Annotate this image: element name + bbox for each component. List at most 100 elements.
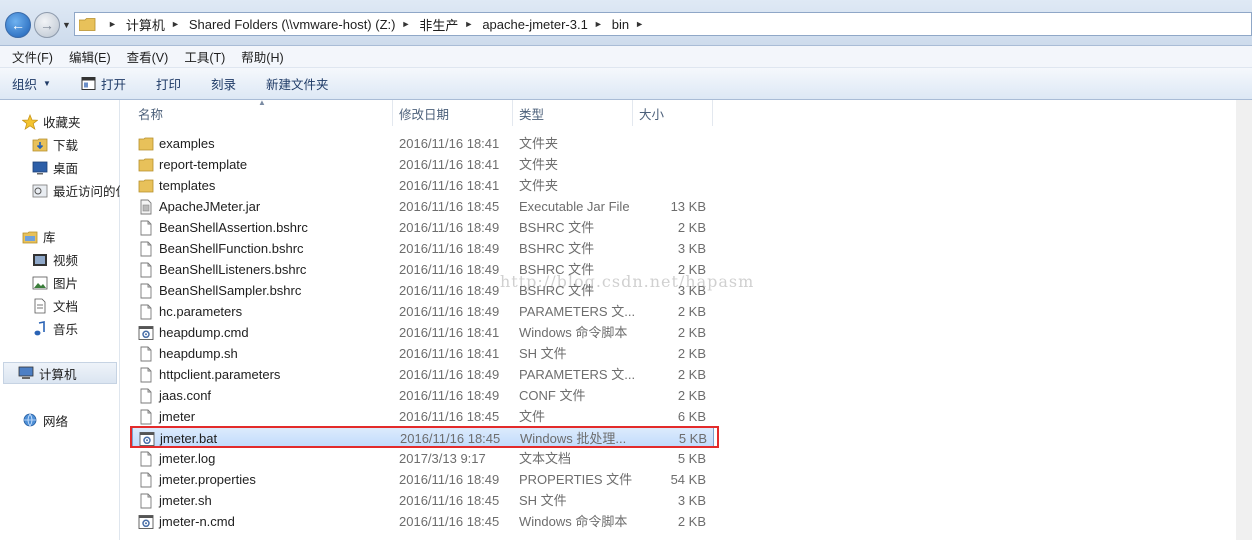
picture-icon: [32, 276, 48, 289]
nav-network-label: 网络: [43, 415, 69, 429]
nav-favorites[interactable]: 收藏夹: [22, 112, 81, 131]
file-row[interactable]: jmeter.log 2017/3/13 9:17 文本文档 5 KB: [132, 448, 714, 469]
recent-pages-dropdown-icon[interactable]: ▼: [62, 20, 71, 30]
nav-videos-label: 视频: [53, 254, 79, 268]
file-size: 13 KB: [670, 199, 706, 214]
nav-recent-places[interactable]: 最近访问的位置: [32, 181, 120, 200]
open-window-icon: [81, 77, 96, 90]
nav-computer[interactable]: 计算机: [3, 362, 117, 384]
nav-downloads[interactable]: 下载: [32, 135, 78, 154]
gear-icon: [138, 514, 154, 530]
file-name: BeanShellAssertion.bshrc: [159, 220, 308, 235]
menu-help[interactable]: 帮助(H): [235, 47, 289, 66]
file-row[interactable]: hc.parameters 2016/11/16 18:49 PARAMETERS …: [132, 301, 714, 322]
file-icon: [138, 262, 154, 278]
file-row[interactable]: report-template 2016/11/16 18:41 文件夹: [132, 154, 714, 175]
file-date: 2016/11/16 18:49: [399, 367, 500, 382]
file-row[interactable]: jmeter.sh 2016/11/16 18:45 SH 文件 3 KB: [132, 490, 714, 511]
file-name-cell: heapdump.sh: [138, 343, 393, 364]
file-row[interactable]: heapdump.sh 2016/11/16 18:41 SH 文件 2 KB: [132, 343, 714, 364]
breadcrumb-sep-root[interactable]: ►: [102, 19, 126, 29]
open-button[interactable]: 打开: [81, 74, 126, 93]
vertical-scrollbar[interactable]: [1236, 100, 1252, 540]
burn-button[interactable]: 刻录: [211, 74, 236, 93]
command-toolbar: 组织 ▼ 打开 打印 刻录 新建文件夹: [0, 68, 1252, 100]
file-size: 2 KB: [677, 304, 706, 319]
breadcrumb-shared-folders[interactable]: Shared Folders (\\vmware-host) (Z:) ►: [189, 17, 420, 32]
file-row[interactable]: ApacheJMeter.jar 2016/11/16 18:45 Executab…: [132, 196, 714, 217]
file-name: hc.parameters: [159, 304, 243, 319]
file-type: SH 文件: [519, 346, 567, 361]
file-name: BeanShellSampler.bshrc: [159, 283, 302, 298]
file-icon: [138, 346, 154, 362]
column-header-date[interactable]: 修改日期: [393, 100, 513, 126]
file-date: 2016/11/16 18:49: [399, 388, 500, 403]
file-date: 2016/11/16 18:49: [399, 472, 500, 487]
file-row[interactable]: jaas.conf 2016/11/16 18:49 CONF 文件 2 KB: [132, 385, 714, 406]
file-name: httpclient.parameters: [159, 367, 281, 382]
nav-libraries[interactable]: 库: [22, 227, 56, 246]
file-size: 3 KB: [677, 493, 706, 508]
organize-button[interactable]: 组织 ▼: [12, 74, 51, 93]
file-row[interactable]: examples 2016/11/16 18:41 文件夹: [132, 133, 714, 154]
file-date: 2016/11/16 18:45: [399, 409, 500, 424]
file-row[interactable]: templates 2016/11/16 18:41 文件夹: [132, 175, 714, 196]
file-type: Windows 批处理...: [520, 431, 627, 446]
file-size: 2 KB: [677, 388, 706, 403]
nav-desktop[interactable]: 桌面: [32, 158, 78, 177]
breadcrumb-apache-jmeter[interactable]: apache-jmeter-3.1 ►: [482, 17, 611, 32]
nav-documents[interactable]: 文档: [32, 296, 78, 315]
back-button[interactable]: ←: [5, 12, 31, 38]
file-name-cell: jmeter.log: [138, 448, 393, 469]
file-row[interactable]: BeanShellAssertion.bshrc 2016/11/16 18:49…: [132, 217, 714, 238]
nav-documents-label: 文档: [53, 300, 79, 314]
file-date: 2016/11/16 18:45: [399, 493, 500, 508]
menu-edit[interactable]: 编辑(E): [63, 47, 117, 66]
file-icon: [138, 304, 154, 320]
column-header-type[interactable]: 类型: [513, 100, 633, 126]
nav-videos[interactable]: 视频: [32, 250, 78, 269]
nav-music-label: 音乐: [53, 323, 79, 337]
nav-pictures[interactable]: 图片: [32, 273, 78, 292]
breadcrumb-non-production[interactable]: 非生产 ►: [419, 15, 482, 34]
file-icon: [138, 451, 154, 467]
file-type: 文件夹: [519, 178, 559, 193]
print-button[interactable]: 打印: [156, 74, 181, 93]
file-size: [640, 133, 706, 154]
menu-view[interactable]: 查看(V): [121, 47, 175, 66]
file-row[interactable]: BeanShellFunction.bshrc 2016/11/16 18:49 B…: [132, 238, 714, 259]
network-icon: [23, 413, 37, 427]
gear-icon: [139, 431, 155, 447]
column-header-size[interactable]: 大小: [633, 100, 713, 126]
path-box[interactable]: ► 计算机 ► Shared Folders (\\vmware-host) (Z…: [74, 12, 1252, 36]
sort-ascending-icon: ▲: [258, 98, 266, 107]
file-size: 5 KB: [678, 431, 707, 446]
menu-file[interactable]: 文件(F): [6, 47, 59, 66]
breadcrumb-computer[interactable]: 计算机 ►: [126, 15, 189, 34]
file-row[interactable]: jmeter.bat 2016/11/16 18:45 Windows 批处理...…: [132, 427, 714, 448]
file-date: 2016/11/16 18:41: [399, 157, 500, 172]
nav-music[interactable]: 音乐: [32, 319, 78, 338]
file-name: jmeter-n.cmd: [159, 514, 235, 529]
document-icon: [34, 298, 46, 313]
new-folder-button[interactable]: 新建文件夹: [266, 74, 329, 93]
file-name: jaas.conf: [159, 388, 212, 403]
file-type: 文件夹: [519, 157, 559, 172]
file-name: jmeter: [159, 409, 196, 424]
back-arrow-icon: ←: [11, 17, 25, 33]
nav-network[interactable]: 网络: [22, 411, 68, 430]
menu-tools[interactable]: 工具(T): [178, 47, 231, 66]
file-row[interactable]: jmeter 2016/11/16 18:45 文件 6 KB: [132, 406, 714, 427]
file-date: 2016/11/16 18:45: [399, 514, 500, 529]
file-row[interactable]: jmeter.properties 2016/11/16 18:49 PROPERT…: [132, 469, 714, 490]
forward-button[interactable]: →: [34, 12, 60, 38]
file-row[interactable]: heapdump.cmd 2016/11/16 18:41 Windows 命令脚本…: [132, 322, 714, 343]
organize-label: 组织: [12, 78, 38, 92]
file-date: 2016/11/16 18:41: [399, 136, 500, 151]
folder-icon: [138, 157, 154, 173]
file-name: templates: [159, 178, 216, 193]
breadcrumb-bin[interactable]: bin ►: [612, 17, 653, 32]
file-type: 文本文档: [519, 451, 572, 466]
file-row[interactable]: jmeter-n.cmd 2016/11/16 18:45 Windows 命令脚本…: [132, 511, 714, 532]
file-row[interactable]: httpclient.parameters 2016/11/16 18:49 PAR…: [132, 364, 714, 385]
